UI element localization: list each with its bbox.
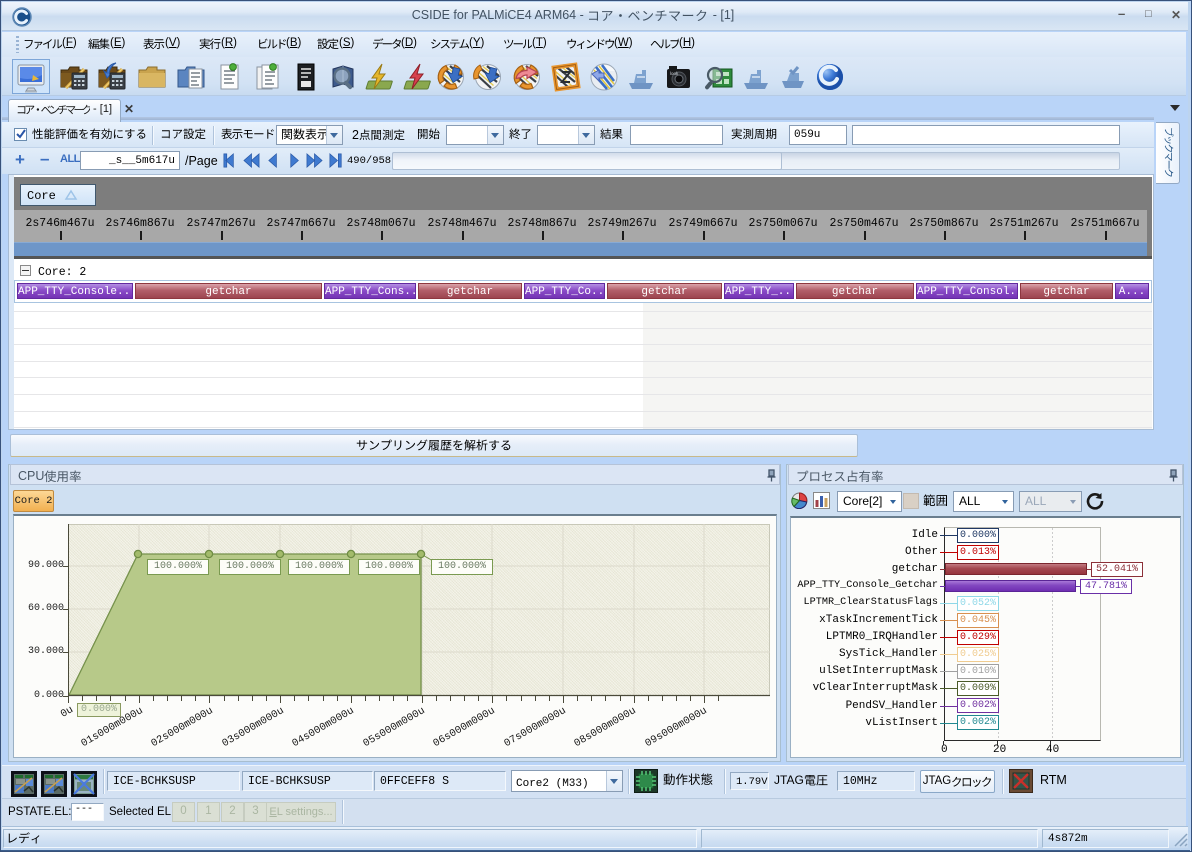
svg-text:look: look [670, 71, 679, 76]
